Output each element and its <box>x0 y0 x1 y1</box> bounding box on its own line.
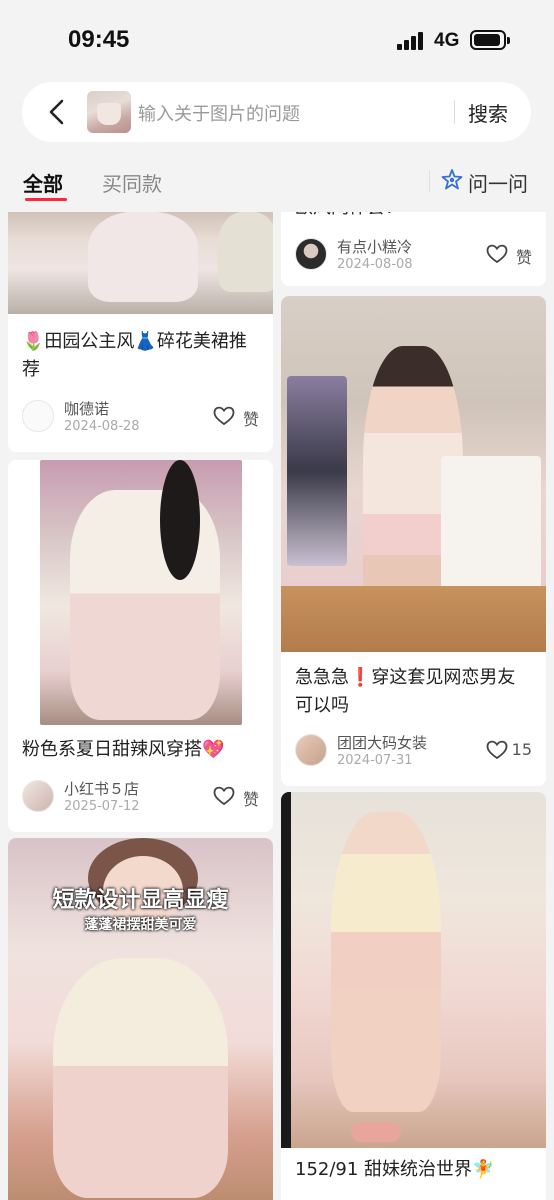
result-card[interactable]: 152/91 甜妹统治世界🧚 <box>281 792 546 1200</box>
result-card[interactable]: 急急急❗️穿这套见网恋男友可以吗 团团大码女装 2024-07-31 15 <box>281 296 546 786</box>
result-card[interactable]: 欧风网伴套? 有点小糕冷 2024-08-08 赞 <box>281 212 546 286</box>
tab-all[interactable]: 全部 <box>23 168 63 197</box>
network-type: 4G <box>434 30 460 51</box>
card-image[interactable] <box>281 296 546 652</box>
ask-divider <box>429 170 430 192</box>
author-name[interactable]: 咖德诺 <box>64 398 109 419</box>
post-date: 2025-07-12 <box>64 799 140 814</box>
search-input[interactable]: 输入关于图片的问题 <box>138 100 300 126</box>
post-date: 2024-08-08 <box>337 257 413 272</box>
tab-same-style[interactable]: 买同款 <box>102 168 162 197</box>
image-overlay-subtitle: 蓬蓬裙摆甜美可爱 <box>84 917 197 933</box>
author-name[interactable]: 有点小糕冷 <box>337 236 412 257</box>
battery-icon <box>470 30 510 50</box>
card-image[interactable] <box>8 460 273 728</box>
card-title: 🌷田园公主风👗碎花美裙推荐 <box>22 331 247 380</box>
heart-icon <box>486 244 508 264</box>
heart-icon <box>213 406 235 426</box>
back-button[interactable] <box>42 96 72 128</box>
card-title: 粉色系夏日甜辣风穿搭💖 <box>22 739 225 760</box>
result-card[interactable]: 🌷田园公主风👗碎花美裙推荐 咖德诺 2024-08-28 赞 <box>8 212 273 452</box>
author-name[interactable]: 小红书５店 <box>64 778 139 799</box>
tab-bar: 全部 买同款 问一问 <box>0 150 554 210</box>
like-count: 赞 <box>242 410 259 429</box>
like-count: 赞 <box>242 790 259 809</box>
card-title: 急急急❗️穿这套见网恋男友可以吗 <box>295 667 516 716</box>
search-divider <box>454 100 455 124</box>
image-overlay-title: 短款设计显高显瘦 <box>52 888 229 913</box>
author-row: 咖德诺 2024-08-28 赞 <box>22 398 259 438</box>
avatar[interactable] <box>22 400 54 432</box>
card-title: 152/91 甜妹统治世界🧚 <box>295 1159 495 1180</box>
ask-label: 问一问 <box>468 172 528 196</box>
result-card[interactable]: 短款设计显高显瘦 蓬蓬裙摆甜美可爱 <box>8 838 273 1200</box>
query-image-thumbnail[interactable] <box>87 91 131 133</box>
author-row: 团团大码女装 2024-07-31 15 <box>295 732 532 772</box>
back-arrow-icon <box>49 99 64 125</box>
result-card[interactable]: 粉色系夏日甜辣风穿搭💖 小红书５店 2025-07-12 赞 <box>8 460 273 832</box>
card-title: 欧风网伴套? <box>295 212 532 222</box>
card-image[interactable]: 短款设计显高显瘦 蓬蓬裙摆甜美可爱 <box>8 838 273 1200</box>
signal-icon <box>397 32 425 50</box>
avatar[interactable] <box>22 780 54 812</box>
heart-icon <box>213 786 235 806</box>
status-time: 09:45 <box>68 26 130 53</box>
avatar[interactable] <box>295 238 327 270</box>
avatar[interactable] <box>295 734 327 766</box>
author-row: 小红书５店 2025-07-12 赞 <box>22 778 259 818</box>
post-date: 2024-07-31 <box>337 753 413 768</box>
like-count: 赞 <box>515 248 532 267</box>
card-image[interactable] <box>281 792 546 1148</box>
like-count: 15 <box>511 740 532 759</box>
results-feed: 🌷田园公主风👗碎花美裙推荐 咖德诺 2024-08-28 赞 欧风网伴套? 有点… <box>0 212 554 1200</box>
sparkle-star-icon <box>441 169 463 190</box>
active-tab-indicator <box>25 198 67 201</box>
post-date: 2024-08-28 <box>64 419 140 434</box>
search-button[interactable]: 搜索 <box>468 98 508 127</box>
author-row: 有点小糕冷 2024-08-08 赞 <box>295 236 532 276</box>
status-bar: 09:45 4G <box>0 0 554 80</box>
card-image[interactable] <box>8 212 273 314</box>
search-bar: 输入关于图片的问题 搜索 <box>22 82 531 142</box>
heart-icon <box>486 740 508 760</box>
author-name[interactable]: 团团大码女装 <box>337 732 427 753</box>
